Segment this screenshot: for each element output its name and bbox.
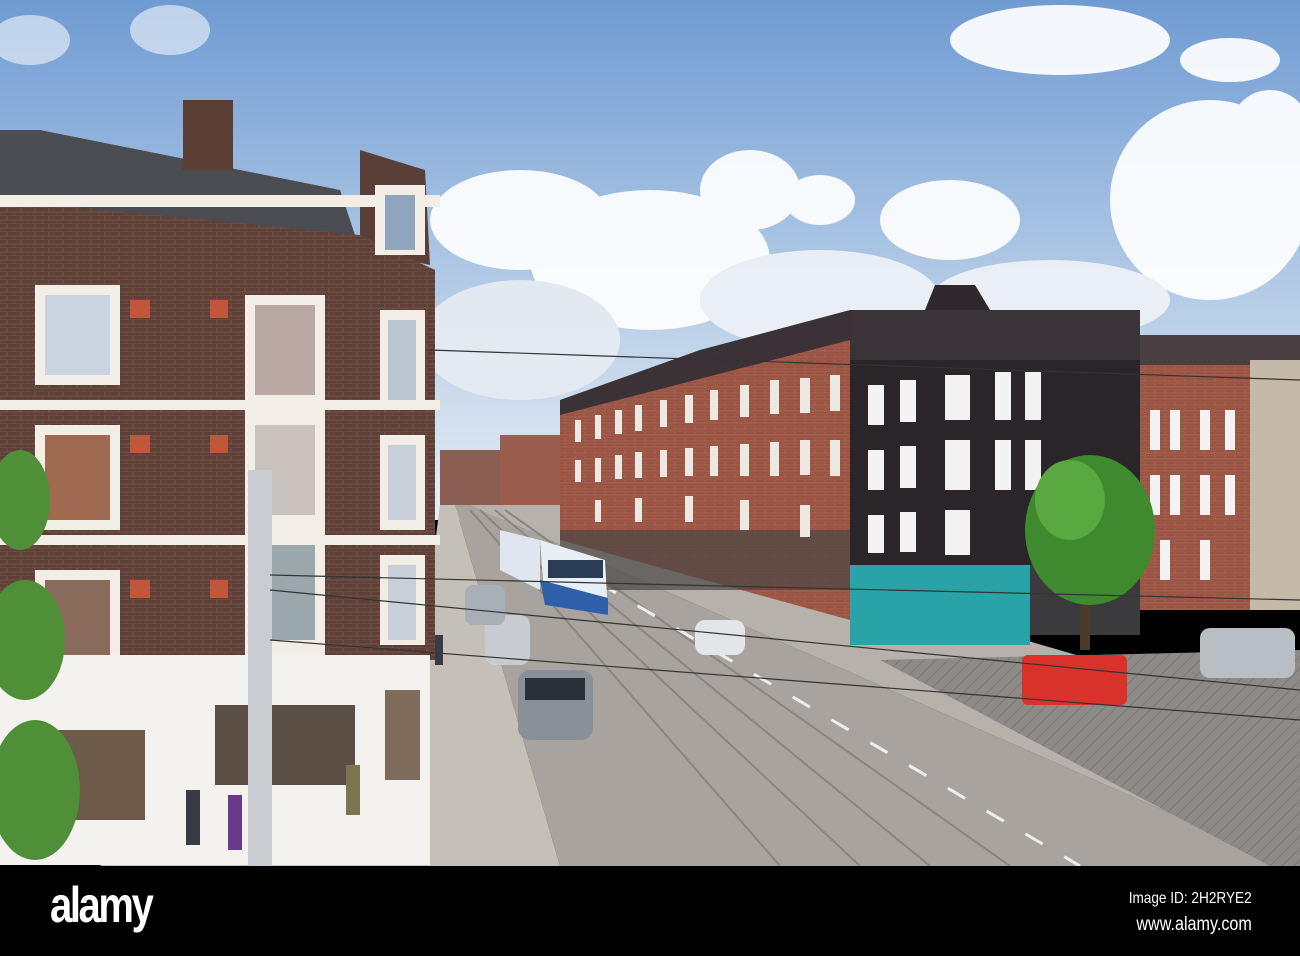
tram-pole bbox=[248, 470, 272, 866]
image-id: Image ID: 2H2RYE2 bbox=[1129, 890, 1252, 907]
teal-shopfront bbox=[850, 565, 1030, 645]
red-trailer bbox=[1022, 655, 1127, 705]
street-photo bbox=[0, 0, 1300, 866]
alamy-logo: alamy bbox=[50, 877, 154, 933]
watermark-bar: alamy Image ID: 2H2RYE2 www.alamy.com bbox=[0, 866, 1300, 956]
website-url: www.alamy.com bbox=[1136, 914, 1252, 935]
